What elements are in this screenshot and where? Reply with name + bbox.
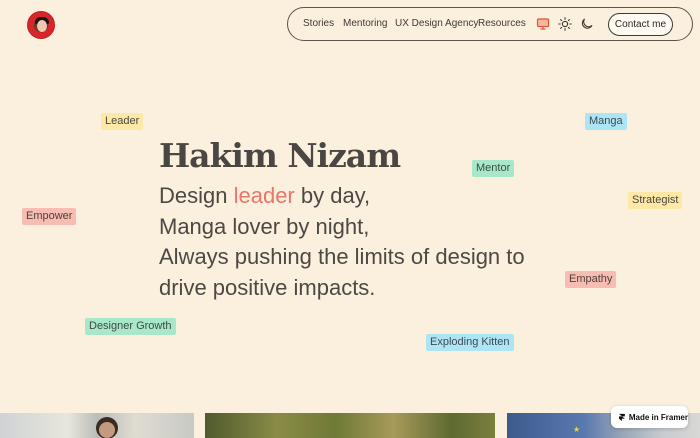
framer-badge-label: Made in Framer — [628, 412, 688, 422]
monitor-icon[interactable] — [536, 17, 550, 31]
nav-link-ux-design-agency[interactable]: UX Design Agency — [395, 8, 478, 40]
hero-tagline: Design leader by day, Manga lover by nig… — [159, 181, 525, 303]
hero-line-2: Manga lover by night, — [159, 213, 370, 239]
nav-link-resources[interactable]: Resources — [478, 8, 526, 40]
nav-link-mentoring[interactable]: Mentoring — [343, 8, 387, 40]
tag-exploding-kitten: Exploding Kitten — [426, 334, 514, 351]
story-photo-1[interactable] — [0, 413, 194, 438]
framer-logo-icon — [619, 413, 625, 421]
tag-strategist: Strategist — [628, 192, 683, 209]
made-in-framer-badge[interactable]: Made in Framer — [611, 406, 688, 428]
hero-line-1-suffix: by day, — [294, 183, 371, 208]
avatar-face — [37, 20, 47, 32]
hero-line-4: drive positive impacts. — [159, 274, 376, 300]
hero-line-1-prefix: Design — [159, 183, 234, 208]
top-nav: Stories Mentoring UX Design Agency Resou… — [287, 7, 693, 41]
tag-mentor: Mentor — [472, 160, 515, 177]
moon-icon[interactable] — [580, 17, 594, 31]
hero-line-3: Always pushing the limits of design to — [159, 244, 525, 269]
tag-empower: Empower — [22, 208, 77, 225]
sun-icon[interactable] — [558, 17, 572, 31]
tag-designer-growth: Designer Growth — [85, 318, 176, 335]
hero-name: Hakim Nizam — [159, 136, 401, 175]
photo-person-face — [99, 422, 115, 438]
tag-empathy: Empathy — [565, 271, 617, 288]
tag-manga: Manga — [585, 113, 627, 130]
flag-star-icon: ★ — [573, 425, 581, 434]
hero-line-1: Design leader by day, — [159, 181, 525, 212]
hero-accent-word: leader — [233, 183, 295, 208]
contact-me-button[interactable]: Contact me — [608, 13, 673, 36]
story-photo-2[interactable] — [205, 413, 495, 438]
tag-leader: Leader — [101, 113, 144, 130]
nav-link-stories[interactable]: Stories — [303, 8, 334, 40]
avatar[interactable] — [27, 11, 55, 39]
